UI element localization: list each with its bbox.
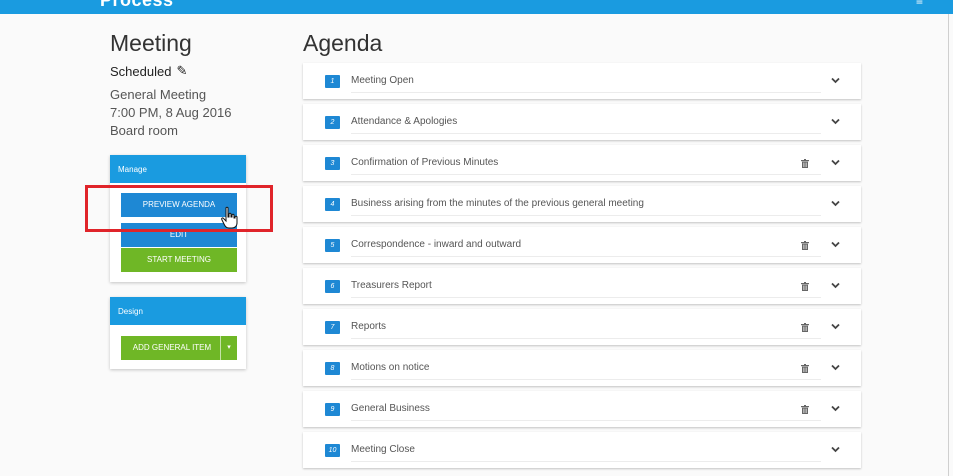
chevron-down-icon[interactable] xyxy=(831,322,840,331)
dropdown-caret-icon[interactable]: ▾ xyxy=(220,336,237,360)
item-underline xyxy=(351,297,821,298)
item-number-badge: 5 xyxy=(325,239,340,252)
agenda-item[interactable]: 6 Treasurers Report xyxy=(303,268,861,304)
trash-icon[interactable] xyxy=(801,282,809,291)
meeting-status: Scheduled ✎ xyxy=(110,63,187,79)
item-number-badge: 6 xyxy=(325,280,340,293)
agenda-item[interactable]: 3 Confirmation of Previous Minutes xyxy=(303,145,861,181)
app-logo[interactable]: Process xyxy=(100,0,174,11)
trash-icon[interactable] xyxy=(801,241,809,250)
agenda-item[interactable]: 8 Motions on notice xyxy=(303,350,861,386)
item-number-badge: 3 xyxy=(325,157,340,170)
meeting-location: Board room xyxy=(110,123,178,138)
chevron-down-icon[interactable] xyxy=(831,240,840,249)
trash-icon[interactable] xyxy=(801,364,809,373)
trash-icon[interactable] xyxy=(801,323,809,332)
design-card-header: Design xyxy=(110,297,246,325)
chevron-down-icon[interactable] xyxy=(831,445,840,454)
chevron-down-icon[interactable] xyxy=(831,199,840,208)
agenda-item[interactable]: 7 Reports xyxy=(303,309,861,345)
agenda-item[interactable]: 1 Meeting Open xyxy=(303,63,861,99)
top-app-bar: Process ≡ xyxy=(0,0,953,14)
item-underline xyxy=(351,256,821,257)
item-underline xyxy=(351,461,821,462)
pencil-icon[interactable]: ✎ xyxy=(176,63,187,79)
agenda-item-title[interactable]: Business arising from the minutes of the… xyxy=(351,198,644,209)
chevron-down-icon[interactable] xyxy=(831,363,840,372)
item-underline xyxy=(351,420,821,421)
item-number-badge: 2 xyxy=(325,116,340,129)
item-underline xyxy=(351,133,821,134)
item-number-badge: 1 xyxy=(325,75,340,88)
chevron-down-icon[interactable] xyxy=(831,404,840,413)
item-underline xyxy=(351,338,821,339)
item-underline xyxy=(351,92,821,93)
trash-icon[interactable] xyxy=(801,159,809,168)
agenda-item-title[interactable]: Meeting Close xyxy=(351,444,415,455)
item-number-badge: 8 xyxy=(325,362,340,375)
agenda-item-title[interactable]: Attendance & Apologies xyxy=(351,116,457,127)
agenda-item-title[interactable]: Treasurers Report xyxy=(351,280,432,291)
meeting-datetime: 7:00 PM, 8 Aug 2016 xyxy=(110,105,232,120)
design-card: Design ADD GENERAL ITEM ▾ xyxy=(110,297,246,369)
highlight-annotation xyxy=(85,185,273,232)
agenda-item-title[interactable]: Motions on notice xyxy=(351,362,429,373)
agenda-item-title[interactable]: Reports xyxy=(351,321,386,332)
item-underline xyxy=(351,379,821,380)
agenda-item[interactable]: 2 Attendance & Apologies xyxy=(303,104,861,140)
item-underline xyxy=(351,174,821,175)
item-number-badge: 7 xyxy=(325,321,340,334)
agenda-item[interactable]: 5 Correspondence - inward and outward xyxy=(303,227,861,263)
status-label: Scheduled xyxy=(110,63,172,79)
hand-cursor-icon xyxy=(221,206,238,229)
chevron-down-icon[interactable] xyxy=(831,281,840,290)
agenda-title: Agenda xyxy=(303,30,383,56)
start-meeting-button[interactable]: START MEETING xyxy=(121,248,237,272)
agenda-item-title[interactable]: General Business xyxy=(351,403,430,414)
add-general-item-label: ADD GENERAL ITEM xyxy=(132,343,212,352)
agenda-item[interactable]: 10 Meeting Close xyxy=(303,432,861,468)
manage-card-header: Manage xyxy=(110,155,246,183)
chevron-down-icon[interactable] xyxy=(831,158,840,167)
item-underline xyxy=(351,215,821,216)
add-general-item-button[interactable]: ADD GENERAL ITEM ▾ xyxy=(121,336,237,360)
trash-icon[interactable] xyxy=(801,405,809,414)
item-number-badge: 9 xyxy=(325,403,340,416)
meeting-type: General Meeting xyxy=(110,87,207,102)
chevron-down-icon[interactable] xyxy=(831,76,840,85)
agenda-item[interactable]: 9 General Business xyxy=(303,391,861,427)
page-title: Meeting xyxy=(110,30,192,56)
window-edge xyxy=(948,14,949,476)
agenda-item-title[interactable]: Confirmation of Previous Minutes xyxy=(351,157,498,168)
item-number-badge: 4 xyxy=(325,198,340,211)
chevron-down-icon[interactable] xyxy=(831,117,840,126)
agenda-item[interactable]: 4 Business arising from the minutes of th… xyxy=(303,186,861,222)
agenda-item-title[interactable]: Meeting Open xyxy=(351,75,414,86)
agenda-item-title[interactable]: Correspondence - inward and outward xyxy=(351,239,521,250)
item-number-badge: 10 xyxy=(325,444,340,457)
menu-icon[interactable]: ≡ xyxy=(916,0,923,8)
